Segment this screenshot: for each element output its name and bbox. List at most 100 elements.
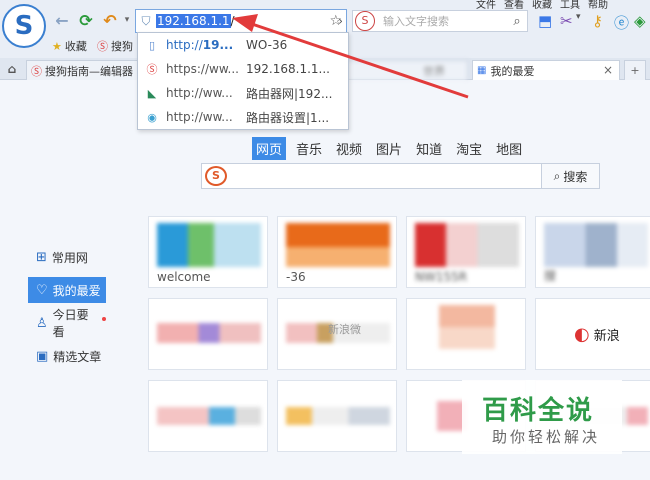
menu-tools[interactable]: 工具 [560,0,580,11]
address-bar[interactable]: ⛉ 192.168.1.1/ ☆ [135,9,347,33]
watermark-subtitle: 助你轻松解决 [492,428,601,446]
favorite-tile[interactable] [148,380,268,452]
notification-dot [102,317,106,321]
sidenav-my-favorites[interactable]: ♡ 我的最爱 [28,277,106,303]
person-icon: ♙ [36,315,48,331]
address-url-cursor: / [230,14,235,28]
tab-my-favorites[interactable]: ▦ 我的最爱 × [472,60,620,80]
favorite-tile[interactable]: 搜 [535,216,650,288]
undo-menu-chevron-icon[interactable]: ▾ [117,10,137,30]
main-search-box[interactable]: S ⌕ 搜索 [201,163,600,189]
suggestion-row[interactable]: ▯ http://19... WO-36 [138,33,348,57]
search-icon: ⌕ [553,168,561,183]
favorite-tile[interactable] [277,380,397,452]
category-music[interactable]: 音乐 [292,137,326,160]
favorite-tile[interactable]: -36 [277,216,397,288]
back-arrow-icon[interactable]: ← [52,10,72,30]
bookmark-sogou[interactable]: Ⓢ 搜狗 [97,38,133,54]
tile-caption: -36 [286,270,306,284]
search-button-label: 搜索 [563,169,588,184]
sidenav-common-sites[interactable]: ⊞ 常用网 [28,244,106,270]
category-taobao[interactable]: 淘宝 [452,137,486,160]
category-map[interactable]: 地图 [492,137,526,160]
tile-thumbnail [544,223,648,267]
tab-restore-icon[interactable]: ⬒ [538,12,552,30]
bookmark-favorites[interactable]: ★ 收藏 [52,38,87,54]
favorite-tile[interactable]: welcome [148,216,268,288]
page-icon: ▯ [148,38,156,52]
address-url[interactable]: 192.168.1.1/ [156,14,235,28]
menu-file[interactable]: 文件 [476,0,496,11]
tile-thumbnail [439,305,495,349]
tile-caption: welcome [157,270,211,284]
tile-thumbnail [415,223,519,267]
sogou-search-icon: S [355,11,375,31]
tile-thumbnail [157,323,261,343]
favorite-tile[interactable]: 新浪微 [277,298,397,370]
suggestion-url-match: 19... [202,38,234,52]
address-suggestions: ▯ http://19... WO-36 Ⓢ https://ww... 192… [137,32,349,130]
search-button[interactable]: ⌕ 搜索 [541,164,599,188]
refresh-icon[interactable]: ⟳ [76,10,96,30]
tile-caption: 搜 [544,269,557,283]
new-tab-button[interactable]: + [624,60,646,80]
heart-icon: ♡ [36,282,48,298]
close-tab-icon[interactable]: × [603,63,613,77]
sogou-search-logo-icon: S [205,166,227,186]
suggestion-title: WO-36 [246,38,288,52]
side-navigation: ⊞ 常用网 ♡ 我的最爱 ♙ 今日要看 ▣ 精选文章 [28,244,106,376]
sidenav-featured[interactable]: ▣ 精选文章 [28,343,106,369]
category-video[interactable]: 视频 [332,137,366,160]
sogou-browser-logo[interactable]: S [2,4,46,48]
suggestion-row[interactable]: ◉ http://ww... 路由器设置|1... [138,105,348,129]
suggestion-title: 路由器设置|1... [246,110,330,125]
suggestion-row[interactable]: ◣ http://ww... 路由器网|192... [138,81,348,105]
sidenav-today[interactable]: ♙ 今日要看 [28,308,106,339]
menu-favorites[interactable]: 收藏 [532,0,552,11]
category-zhidao[interactable]: 知道 [412,137,446,160]
sogou-icon: Ⓢ [97,40,108,53]
scissors-icon[interactable]: ✂ [560,12,573,30]
favorite-tile[interactable]: ◐ 新浪 [535,298,650,370]
tile-caption: 新浪微 [328,323,361,336]
search-placeholder: 输入文字搜索 [383,15,449,28]
sidenav-label: 常用网 [51,250,88,265]
tile-thumbnail [286,407,390,425]
sidenav-label: 今日要看 [52,308,89,339]
category-images[interactable]: 图片 [372,137,406,160]
search-categories: 网页 音乐 视频 图片 知道 淘宝 地图 [252,137,526,160]
favorite-tile[interactable]: NW155R [406,216,526,288]
tab-world[interactable]: 世界 [340,60,468,80]
browser-e-icon[interactable]: ⓔ [614,12,629,33]
key-icon[interactable]: ⚷ [592,12,603,30]
home-icon[interactable]: ⌂ [2,59,22,79]
extension-icon[interactable]: ◈ [634,12,646,30]
scissors-menu-chevron-icon[interactable]: ▾ [576,12,581,22]
menu-view[interactable]: 查看 [504,0,524,11]
watermark-title: 百科全说 [482,396,595,426]
tab-label: 我的最爱 [490,64,535,78]
suggestion-url: https://ww... [166,62,239,76]
suggestion-row[interactable]: Ⓢ https://ww... 192.168.1.1... [138,57,348,81]
favorite-tile[interactable] [148,298,268,370]
suggestion-url-prefix: http:// [166,38,203,52]
favorite-tile[interactable] [406,298,526,370]
address-url-selected: 192.168.1.1 [156,14,231,28]
menu-help[interactable]: 帮助 [588,0,608,11]
search-icon[interactable]: ⌕ [507,14,527,29]
shield-icon: ⛉ [141,13,151,28]
suggestion-title: 路由器网|192... [246,86,333,101]
go-arrow-icon[interactable]: › [333,11,348,31]
bookmark-sogou-label: 搜狗 [111,40,133,53]
bookmark-favorites-label: 收藏 [64,40,87,53]
search-box[interactable]: S 输入文字搜索 ⌕ [352,10,528,32]
sogou-tab-icon: Ⓢ [31,64,42,78]
grid-icon: ⊞ [36,249,47,265]
sidenav-label: 精选文章 [53,349,102,364]
article-icon: ▣ [36,348,49,364]
tab-label: 搜狗指南—编辑器 [45,64,133,78]
tab-sogou-guide[interactable]: Ⓢ 搜狗指南—编辑器 [26,60,146,80]
category-web[interactable]: 网页 [252,137,287,160]
suggestion-title: 192.168.1.1... [246,62,330,76]
tile-thumbnail [286,223,390,267]
